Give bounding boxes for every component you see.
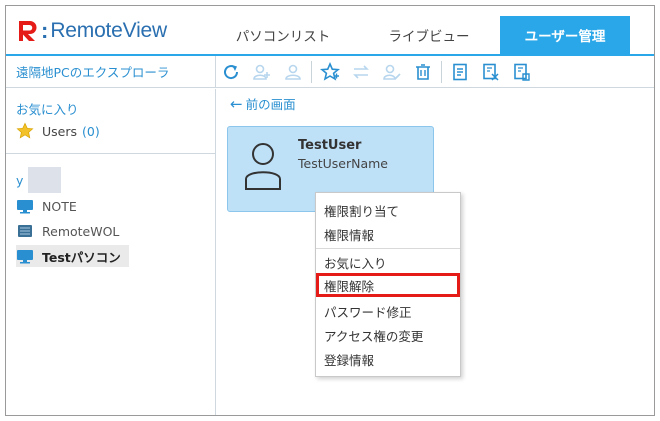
refresh-icon [224,64,239,79]
transfer-button[interactable] [348,59,374,85]
toolbar [218,56,540,87]
favorites-item-label: Users [42,123,78,139]
toolbar-separator [441,60,442,83]
document-button[interactable] [447,59,473,85]
logo: : RemoteView [16,16,167,46]
user-avatar-icon [245,143,281,190]
user-button[interactable] [280,59,306,85]
context-menu: 権限割り当て 権限情報 お気に入り 権限解除 パスワード修正 アクセス権の変更 … [315,192,461,377]
export-icon [483,63,499,81]
menu-item-revoke-permission[interactable]: 権限解除 [316,273,460,297]
app-name: RemoteView [50,19,167,42]
import-icon [514,63,530,81]
user-edit-icon [383,64,401,80]
server-icon [18,225,32,237]
menu-item-permission-info[interactable]: 権限情報 [316,222,460,246]
redacted-mask [28,167,61,193]
monitor-icon [17,250,33,264]
app-window: : RemoteView パソコンリスト ライブビュー ユーザー管理 遠隔地PC… [5,5,655,416]
pc-label: RemoteWOL [42,223,120,239]
tab-user-management[interactable]: ユーザー管理 [500,16,630,54]
user-icon [285,64,301,80]
pc-label: NOTE [42,198,77,214]
remoteview-logo-icon [19,21,37,41]
user-name: TestUser [298,138,362,153]
explorer-title: 遠隔地PCのエクスプローラ [6,56,216,87]
menu-item-change-password[interactable]: パスワード修正 [316,299,460,323]
delete-button[interactable] [410,59,436,85]
menu-separator [316,248,460,249]
sidebar-item-test-pc[interactable]: Testパソコン [16,245,129,267]
favorites-title: お気に入り [16,102,79,117]
tab-live-view[interactable]: ライブビュー [374,16,484,54]
back-link[interactable]: ← 前の画面 [230,94,296,113]
favorites-item-count: (0) [82,123,100,139]
arrow-left-icon: ← [230,94,243,113]
sidebar-item-remotewol[interactable]: RemoteWOL [16,220,127,242]
toolbar-separator [311,60,312,83]
menu-item-change-access[interactable]: アクセス権の変更 [316,323,460,347]
add-user-button[interactable] [249,59,275,85]
user-full-name: TestUserName [298,156,388,171]
add-user-icon [253,64,270,80]
export-button[interactable] [478,59,504,85]
tab-pc-list[interactable]: パソコンリスト [228,16,338,54]
import-button[interactable] [509,59,535,85]
app-header: : RemoteView パソコンリスト ライブビュー ユーザー管理 [6,6,654,56]
logo-colon: : [41,18,49,43]
menu-item-registration-info[interactable]: 登録情報 [316,347,460,371]
sidebar-item-note[interactable]: NOTE [16,195,85,217]
sidebar-divider [6,153,216,154]
favorites-item-users[interactable]: Users (0) [16,122,100,140]
menu-item-assign-permission[interactable]: 権限割り当て [316,198,460,222]
back-link-label: 前の画面 [245,97,296,112]
menu-item-favorite[interactable]: お気に入り [316,250,460,274]
delete-icon [416,63,430,80]
user-edit-button[interactable] [379,59,405,85]
sub-toolbar-row: 遠隔地PCのエクスプローラ [6,56,654,88]
document-icon [453,63,467,80]
pc-label: Testパソコン [42,249,121,265]
star-icon [16,122,34,139]
favorite-button[interactable] [317,59,343,85]
sidebar: お気に入り Users (0) y NOTE RemoteWOL Testパソコ… [6,89,216,415]
monitor-icon [17,200,33,214]
star-icon [320,61,340,81]
transfer-icon [353,64,369,79]
refresh-button[interactable] [218,59,244,85]
